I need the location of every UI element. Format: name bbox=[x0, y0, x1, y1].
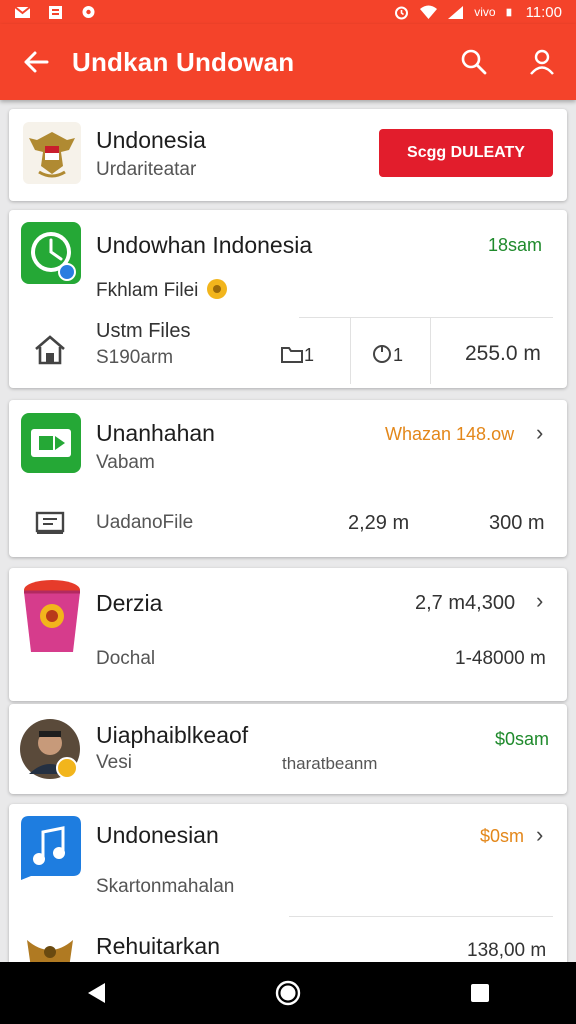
files-sub: S190arm bbox=[96, 347, 174, 368]
header-name: Undonesia bbox=[96, 127, 206, 153]
folder-icon bbox=[281, 347, 303, 363]
chevron-right-icon: › bbox=[536, 420, 544, 445]
primary-action-button[interactable]: Scgg DULEATY bbox=[379, 129, 553, 177]
circle-home-icon bbox=[275, 980, 301, 1006]
card5-subtitle: Skartonmahalan bbox=[96, 876, 235, 897]
music-card[interactable]: Undonesian $0sm › Skartonmahalan Rehuita… bbox=[9, 804, 567, 974]
card2-size-b: 300 m bbox=[489, 512, 545, 534]
square-recents-icon bbox=[471, 984, 489, 1002]
person-icon bbox=[530, 49, 554, 75]
clock-app-icon bbox=[21, 222, 81, 284]
status-bar: vivo 11:00 bbox=[0, 0, 576, 24]
refresh-icon bbox=[373, 345, 391, 363]
messenger-app-icon bbox=[21, 413, 81, 473]
card1-divider bbox=[299, 317, 553, 318]
music-app-icon bbox=[21, 816, 81, 880]
card3-title: Derzia bbox=[96, 590, 163, 616]
card4-title: Uiaphaiblkeaof bbox=[96, 722, 249, 748]
card2-subtitle: Vabam bbox=[96, 452, 155, 473]
triangle-back-icon bbox=[88, 983, 105, 1003]
card4-amount: $0sam bbox=[495, 729, 550, 749]
card3-amount: 1-48000 m bbox=[455, 648, 546, 669]
location-icon bbox=[82, 5, 95, 18]
news-icon bbox=[49, 5, 62, 19]
coat-of-arms-icon bbox=[23, 122, 81, 184]
header-card: Undonesia Urdariteatar Scgg DULEATY bbox=[9, 109, 567, 201]
count-b: 1 bbox=[393, 345, 404, 365]
gmail-icon bbox=[14, 5, 31, 18]
system-nav-bar bbox=[0, 962, 576, 1024]
chevron-right-icon: › bbox=[536, 588, 544, 613]
card6-title: Rehuitarkan bbox=[96, 933, 221, 959]
card1-subtitle: Fkhlam Filei bbox=[96, 280, 199, 301]
document-icon bbox=[35, 511, 65, 534]
card5-title: Undonesian bbox=[96, 822, 219, 848]
card3-price: 2,7 m4,300 bbox=[415, 592, 516, 614]
search-icon bbox=[461, 49, 487, 75]
back-arrow-icon bbox=[24, 51, 49, 73]
card2-size-a: 2,29 m bbox=[348, 512, 410, 534]
count-divider-1 bbox=[350, 318, 351, 384]
alarm-icon bbox=[395, 6, 409, 19]
wifi-icon bbox=[420, 5, 438, 19]
nav-home-button[interactable] bbox=[258, 963, 318, 1023]
card1-title: Undowhan Indonesia bbox=[96, 232, 313, 258]
search-button[interactable] bbox=[440, 24, 508, 100]
battery-icon bbox=[506, 8, 511, 16]
page-title: Undkan Undowan bbox=[72, 46, 295, 77]
avatar bbox=[20, 719, 80, 779]
badge-icon bbox=[207, 279, 227, 299]
card2-link[interactable]: Whazan 148.ow bbox=[385, 424, 514, 445]
files-label: Ustm Files bbox=[96, 320, 191, 342]
card2-file-label: UadanoFile bbox=[96, 512, 194, 533]
card3-subtitle: Dochal bbox=[96, 648, 156, 669]
carrier-label: vivo bbox=[474, 5, 496, 19]
header-subtitle: Urdariteatar bbox=[96, 159, 197, 180]
card4-note: tharatbeanm bbox=[282, 754, 378, 773]
count-divider-2 bbox=[430, 318, 431, 384]
card2-title: Unanhahan bbox=[96, 420, 215, 446]
card5-divider bbox=[289, 916, 553, 917]
nav-back-button[interactable] bbox=[66, 963, 126, 1023]
card5-amount: $0sm bbox=[480, 826, 525, 846]
back-button[interactable] bbox=[0, 24, 72, 100]
home-icon bbox=[35, 335, 65, 365]
popcorn-bucket-icon bbox=[24, 580, 80, 652]
nav-recents-button[interactable] bbox=[450, 963, 510, 1023]
file-card[interactable]: Unanhahan Whazan 148.ow › Vabam UadanoFi… bbox=[9, 400, 567, 557]
card4-subtitle: Vesi bbox=[96, 752, 132, 773]
card1-time: 18sam bbox=[488, 235, 543, 255]
signal-icon bbox=[448, 5, 464, 19]
clock: 11:00 bbox=[525, 3, 562, 21]
account-button[interactable] bbox=[508, 24, 576, 100]
download-card[interactable]: Undowhan Indonesia 18sam Fkhlam Filei Us… bbox=[9, 210, 567, 388]
app-bar: Undkan Undowan bbox=[0, 24, 576, 100]
card6-amount: 138,00 m bbox=[467, 940, 547, 961]
product-card[interactable]: Derzia 2,7 m4,300 › Dochal 1-48000 m bbox=[9, 568, 567, 701]
chevron-right-icon: › bbox=[536, 822, 544, 847]
user-card[interactable]: Uiaphaiblkeaof $0sam Vesi tharatbeanm bbox=[9, 704, 567, 794]
card1-size: 255.0 m bbox=[465, 342, 541, 365]
count-a: 1 bbox=[304, 345, 315, 365]
